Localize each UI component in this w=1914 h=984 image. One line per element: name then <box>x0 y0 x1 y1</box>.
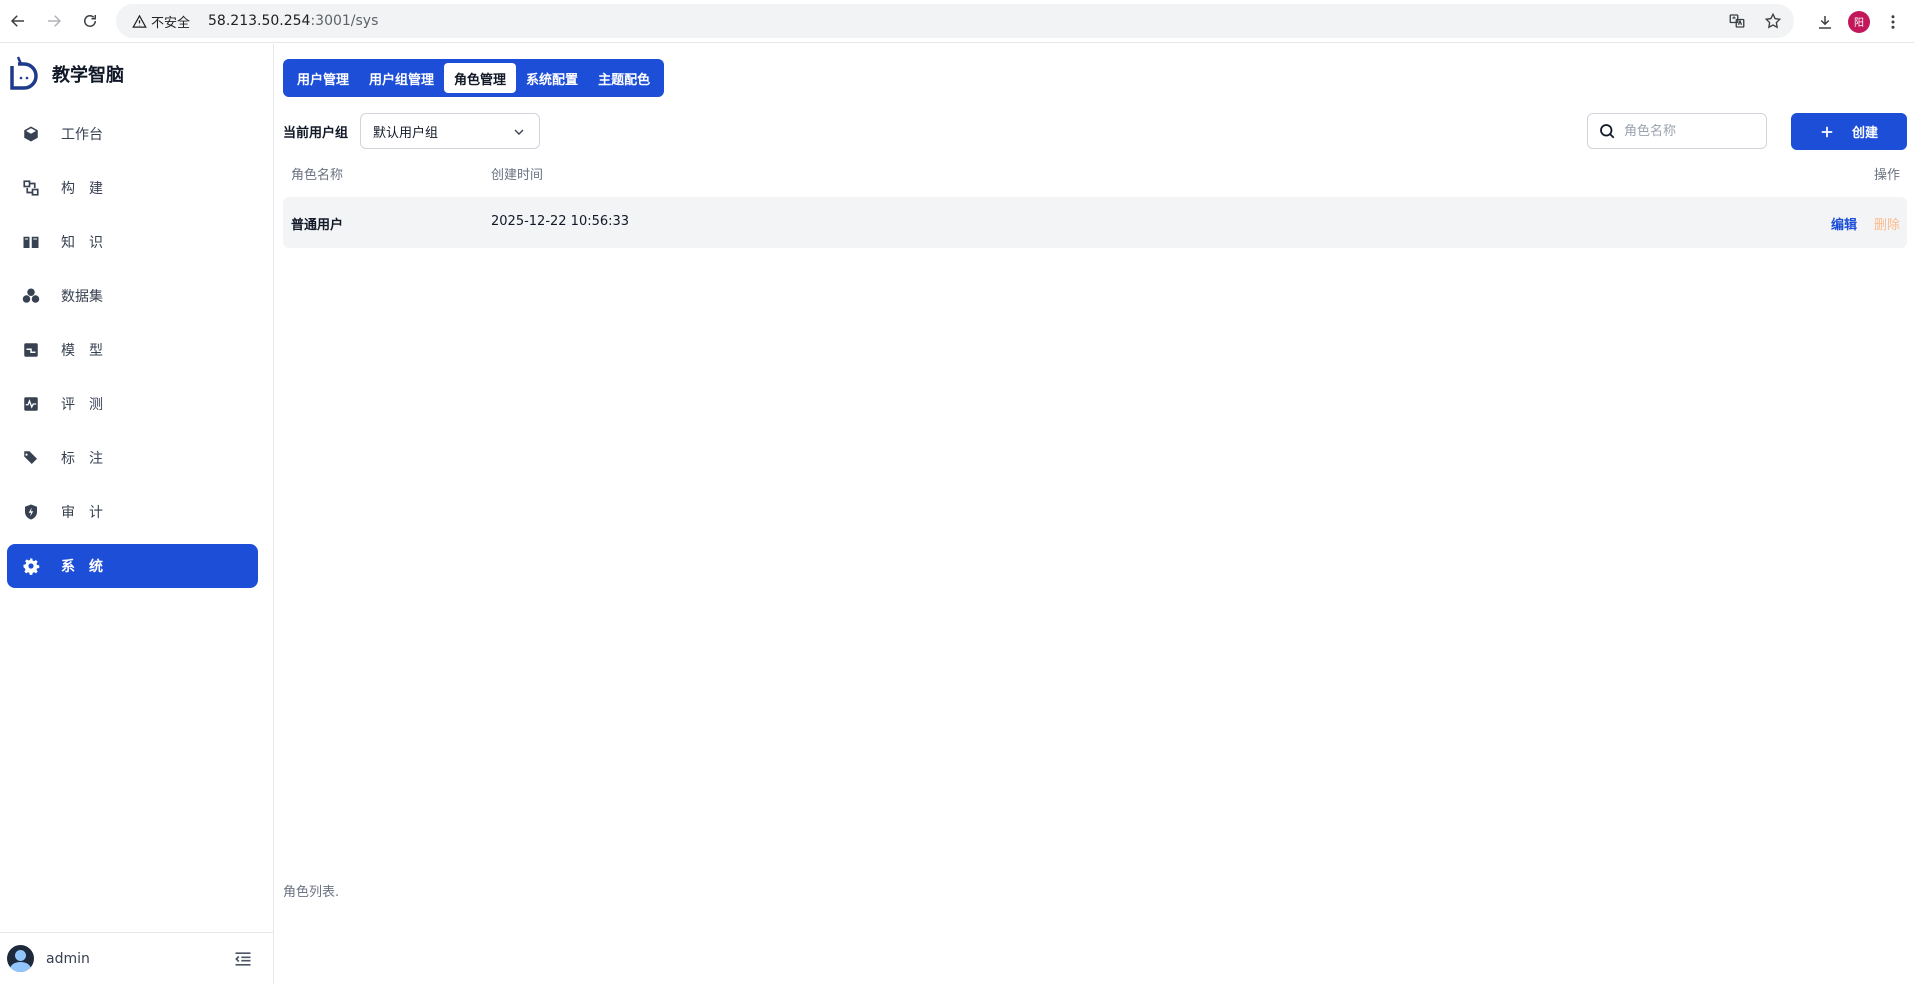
arrow-left-icon <box>10 15 24 27</box>
table-caption: 角色列表. <box>283 885 340 900</box>
translate-icon[interactable] <box>1728 12 1746 30</box>
bookmark-star-icon[interactable] <box>1764 12 1782 30</box>
plus-icon <box>1821 126 1833 137</box>
tab-usergroup-management[interactable]: 用户组管理 <box>359 63 444 93</box>
tab-system-config[interactable]: 系统配置 <box>516 63 588 93</box>
header-role-name: 角色名称 <box>291 168 344 183</box>
user-group-select[interactable]: 默认用户组 <box>360 113 540 149</box>
browser-toolbar: 不安全 58.213.50.254:3001/sys 阳 <box>0 0 1914 43</box>
tags-icon <box>21 448 41 468</box>
sidebar-item-knowledge[interactable]: 知识 <box>7 220 258 264</box>
delete-link[interactable]: 删除 <box>1874 214 1900 233</box>
sidebar-item-dataset[interactable]: 数据集 <box>7 274 258 318</box>
sidebar-item-workbench[interactable]: 工作台 <box>7 112 258 156</box>
shield-icon <box>21 502 41 522</box>
chevron-down-icon <box>514 129 524 135</box>
sidebar-item-annotation[interactable]: 标注 <box>7 436 258 480</box>
sidebar-item-build[interactable]: 构建 <box>7 166 258 210</box>
model-icon <box>21 340 41 360</box>
header-created-time: 创建时间 <box>491 168 544 183</box>
sidebar-item-evaluation[interactable]: 评测 <box>7 382 258 426</box>
book-icon <box>21 232 41 252</box>
build-icon <box>21 178 41 198</box>
tab-theme-colors[interactable]: 主题配色 <box>588 63 660 93</box>
sidebar-item-label: 工作台 <box>61 127 103 143</box>
insecure-badge[interactable]: 不安全 <box>124 8 198 34</box>
sidebar-item-model[interactable]: 模型 <box>7 328 258 372</box>
reload-icon <box>84 15 96 27</box>
sidebar-item-label: 系统 <box>61 559 117 575</box>
address-bar[interactable]: 不安全 58.213.50.254:3001/sys <box>116 4 1794 38</box>
sidebar-item-system[interactable]: 系统 <box>7 544 258 588</box>
edit-link[interactable]: 编辑 <box>1831 214 1857 233</box>
search-icon <box>1600 124 1615 139</box>
reload-button[interactable] <box>72 3 108 39</box>
sidebar-footer: admin <box>0 932 273 984</box>
sidebar-menu: 工作台 构建 知识 数据集 模型 评测 标注 审计 系统 <box>7 112 258 598</box>
sidebar-item-label: 构建 <box>61 181 117 197</box>
sidebar-item-label: 评测 <box>61 397 117 413</box>
sidebar-item-label: 数据集 <box>61 289 103 305</box>
sidebar-item-label: 审计 <box>61 505 117 521</box>
avatar[interactable] <box>7 945 34 972</box>
download-icon[interactable] <box>1816 13 1834 31</box>
table-row: 普通用户 2025-12-22 10:56:33 编辑 删除 <box>283 197 1907 248</box>
sidebar-item-label: 知识 <box>61 235 117 251</box>
brand[interactable]: 教学智脑 <box>6 54 124 94</box>
collapse-sidebar-icon[interactable] <box>233 949 253 969</box>
warning-icon <box>132 14 147 28</box>
tab-bar: 用户管理 用户组管理 角色管理 系统配置 主题配色 <box>283 59 665 97</box>
insecure-label: 不安全 <box>151 15 191 31</box>
dataset-icon <box>21 286 41 306</box>
pulse-icon <box>21 394 41 414</box>
forward-button[interactable] <box>36 3 72 39</box>
create-label: 创建 <box>1851 126 1878 141</box>
created-time-cell: 2025-12-22 10:56:33 <box>491 214 630 229</box>
brand-name: 教学智脑 <box>52 65 124 86</box>
url-path: :3001/sys <box>310 13 379 29</box>
profile-avatar[interactable]: 阳 <box>1848 10 1870 33</box>
tab-role-management[interactable]: 角色管理 <box>444 63 517 93</box>
search-input[interactable] <box>1624 123 1754 139</box>
url-host: 58.213.50.254 <box>208 13 311 29</box>
current-group-label: 当前用户组 <box>283 126 349 141</box>
sidebar-item-label: 模型 <box>61 343 117 359</box>
create-button[interactable]: 创建 <box>1791 113 1907 150</box>
arrow-right-icon <box>48 15 62 27</box>
url-text[interactable]: 58.213.50.254:3001/sys <box>208 13 378 29</box>
table-header: 角色名称 创建时间 操作 <box>283 160 1907 186</box>
sidebar-item-label: 标注 <box>61 451 117 467</box>
more-vert-icon[interactable] <box>1884 13 1902 31</box>
sidebar-item-audit[interactable]: 审计 <box>7 490 258 534</box>
back-button[interactable] <box>0 3 36 39</box>
logo-icon <box>10 56 38 90</box>
sidebar: 教学智脑 工作台 构建 知识 数据集 模型 评测 标注 审计 系统 admin <box>0 44 274 984</box>
tab-user-management[interactable]: 用户管理 <box>287 63 359 93</box>
role-name-cell: 普通用户 <box>291 218 344 233</box>
cube-icon <box>21 124 41 144</box>
header-actions: 操作 <box>1873 168 1900 183</box>
role-search[interactable] <box>1587 113 1767 149</box>
user-group-value: 默认用户组 <box>373 125 439 141</box>
gear-icon <box>21 556 41 576</box>
username: admin <box>46 950 90 967</box>
